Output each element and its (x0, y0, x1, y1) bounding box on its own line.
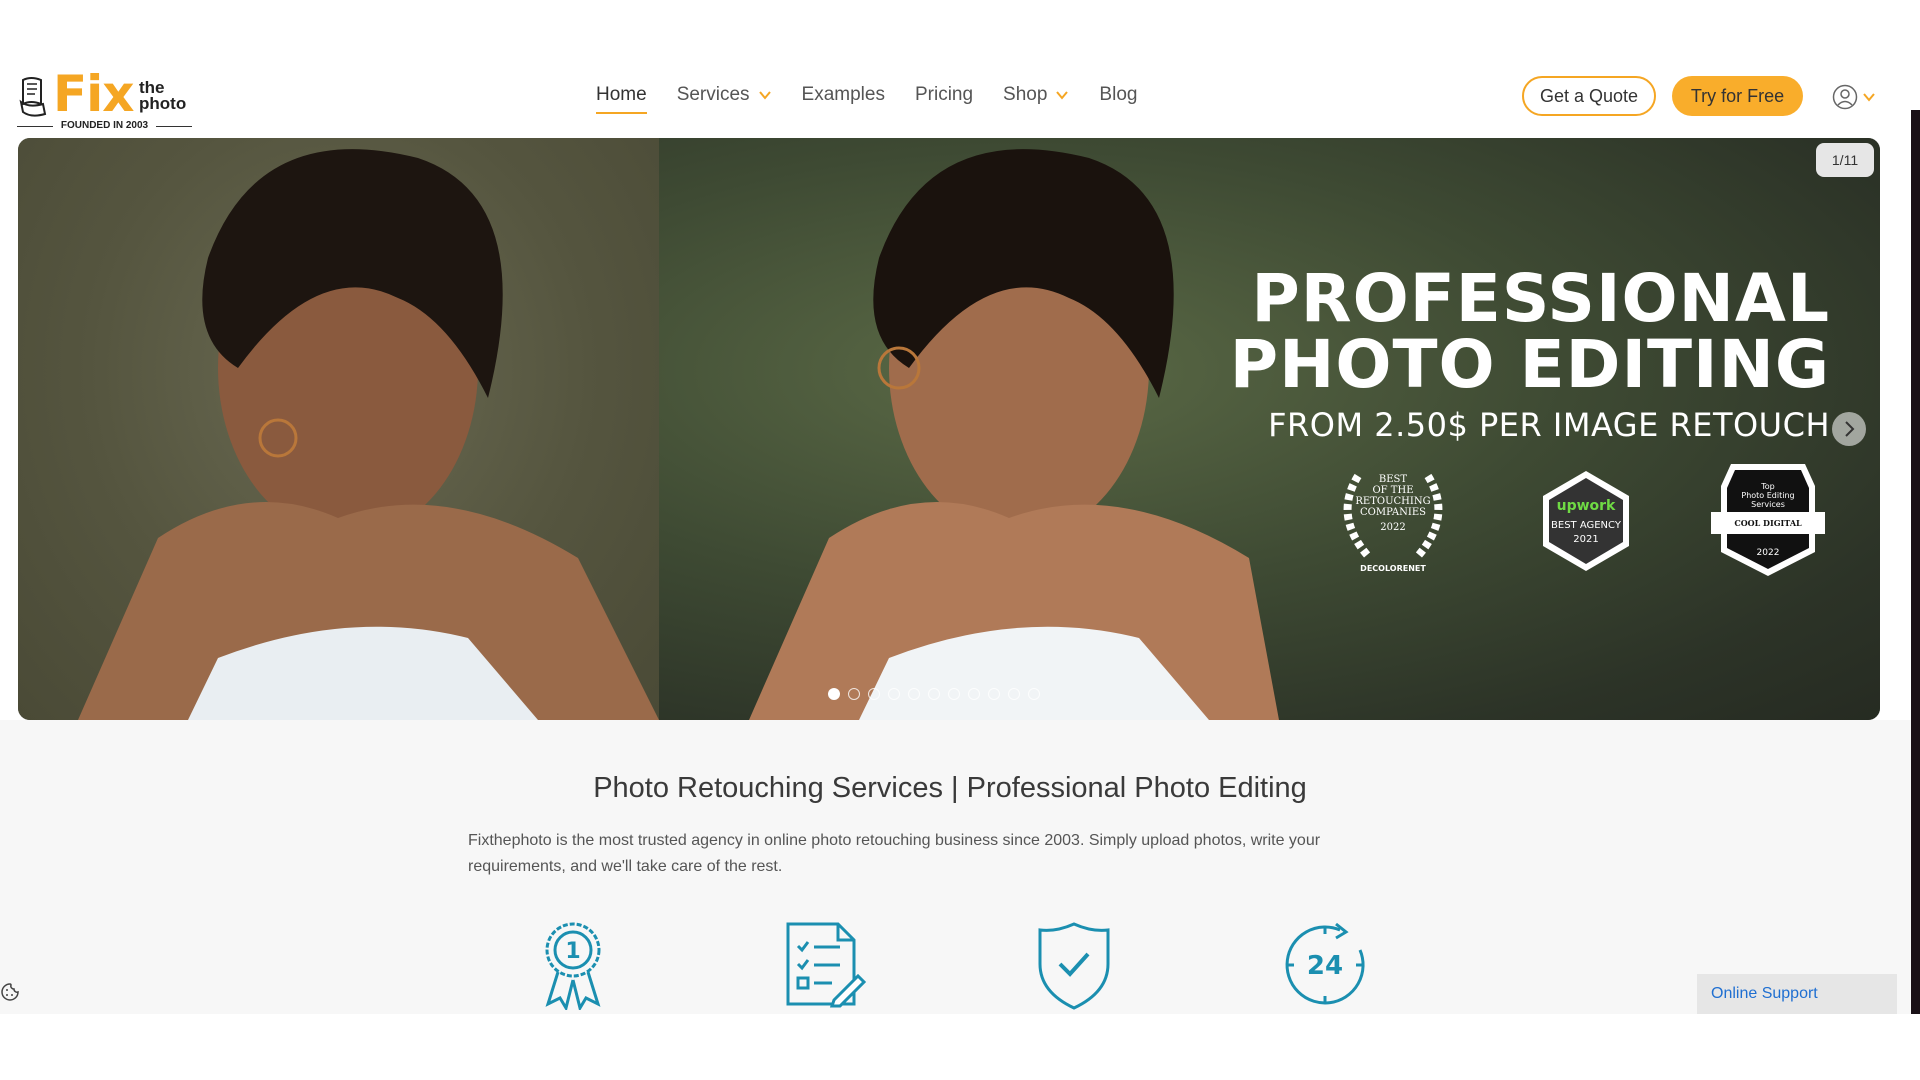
online-support-button[interactable]: Online Support (1697, 974, 1897, 1014)
chevron-down-icon (1056, 91, 1069, 100)
slide-dot[interactable] (1028, 688, 1040, 700)
shield-check-icon (1038, 922, 1110, 1010)
slide-dot[interactable] (988, 688, 1000, 700)
badge2-year: 2021 (1573, 534, 1599, 545)
badge1-source: DECOLORENET (1360, 564, 1426, 573)
badge3-line3: Services (1751, 500, 1785, 509)
badge1-year: 2022 (1380, 522, 1406, 533)
nav-examples[interactable]: Examples (802, 82, 885, 114)
nav-shop[interactable]: Shop (1003, 82, 1069, 114)
user-account-menu[interactable] (1832, 82, 1882, 112)
badge1-line3: RETOUCHING (1355, 496, 1431, 507)
badge1-line4: COMPANIES (1360, 507, 1426, 518)
hero-headline-line1: PROFESSIONAL (1251, 260, 1830, 337)
badge1-line1: BEST (1378, 474, 1408, 485)
award-badge-upwork: upwork BEST AGENCY 2021 (1533, 468, 1639, 574)
next-slide-button[interactable] (1832, 412, 1866, 446)
slide-dot[interactable] (888, 688, 900, 700)
badge1-line2: OF THE (1372, 485, 1414, 496)
nav-shop-label: Shop (1003, 84, 1048, 105)
slide-dot[interactable] (828, 688, 840, 700)
clock-24-icon: 24 (1285, 922, 1365, 1005)
badge2-brand: upwork (1556, 498, 1616, 514)
logo-photo-text: photo (139, 94, 187, 113)
slide-counter: 1/11 (1816, 143, 1874, 177)
slide-dot[interactable] (928, 688, 940, 700)
try-free-button[interactable]: Try for Free (1672, 76, 1803, 116)
site-header: Fix the photo FOUNDED IN 2003 Home Servi… (0, 60, 1920, 138)
hero-headline-line2: PHOTO EDITING (1229, 326, 1830, 403)
slide-pagination (828, 688, 1040, 700)
logo-mark-icon (19, 77, 47, 117)
award-badge-cool-digital: Top Photo Editing Services COOL DIGITAL … (1711, 456, 1825, 580)
side-panel-edge (1911, 110, 1920, 1014)
badge3-line1: Top (1761, 482, 1775, 491)
award-medal-icon: 1 (545, 922, 601, 1010)
slide-dot[interactable] (848, 688, 860, 700)
section-title: Photo Retouching Services | Professional… (593, 772, 1307, 804)
chevron-down-icon (758, 91, 771, 100)
chevron-down-icon (1863, 93, 1875, 102)
nav-services-label: Services (676, 84, 750, 105)
badge3-year: 2022 (1756, 548, 1780, 558)
portrait-before-image (78, 149, 659, 720)
slide-dot[interactable] (948, 688, 960, 700)
get-quote-button[interactable]: Get a Quote (1522, 76, 1656, 116)
nav-home-label: Home (596, 84, 647, 105)
nav-blog[interactable]: Blog (1099, 82, 1137, 114)
logo-tagline: FOUNDED IN 2003 (17, 120, 192, 132)
chevron-right-icon (1845, 421, 1855, 437)
portrait-after-image (749, 149, 1279, 720)
nav-examples-label: Examples (801, 84, 885, 105)
hero-subline: FROM 2.50$ PER IMAGE RETOUCH (1268, 406, 1830, 444)
hero-slider[interactable]: 1/11 PROFESSIONAL PHOTO EDITING FROM 2.5… (18, 138, 1880, 720)
slide-dot[interactable] (868, 688, 880, 700)
hero-headline: PROFESSIONAL PHOTO EDITING (1230, 266, 1830, 398)
nav-pricing[interactable]: Pricing (915, 82, 973, 114)
slide-dot[interactable] (1008, 688, 1020, 700)
before-photo (18, 138, 659, 720)
badge3-brand: COOL DIGITAL (1734, 518, 1802, 528)
main-nav: Home Services Examples Pricing Shop Blog (596, 82, 1137, 114)
badge2-line1: BEST AGENCY (1551, 520, 1621, 531)
nav-pricing-label: Pricing (914, 84, 974, 105)
logo-fix-text: Fix (53, 65, 135, 123)
badge3-line2: Photo Editing (1741, 491, 1795, 500)
nav-home[interactable]: Home (596, 82, 647, 114)
nav-blog-label: Blog (1099, 84, 1138, 105)
medal-number: 1 (565, 939, 580, 964)
intro-section: Photo Retouching Services | Professional… (0, 720, 1920, 1014)
clock-number: 24 (1307, 951, 1343, 981)
site-logo[interactable]: Fix the photo FOUNDED IN 2003 (17, 66, 192, 134)
nav-services[interactable]: Services (677, 82, 772, 114)
section-description: Fixthephoto is the most trusted agency i… (468, 832, 1321, 875)
checklist-document-icon (786, 922, 866, 1008)
cookie-settings-icon[interactable] (0, 982, 20, 1002)
user-avatar-icon (1832, 84, 1858, 110)
slide-dot[interactable] (968, 688, 980, 700)
award-badge-decolorenet: BEST OF THE RETOUCHING COMPANIES 2022 DE… (1328, 456, 1458, 582)
slide-dot[interactable] (908, 688, 920, 700)
